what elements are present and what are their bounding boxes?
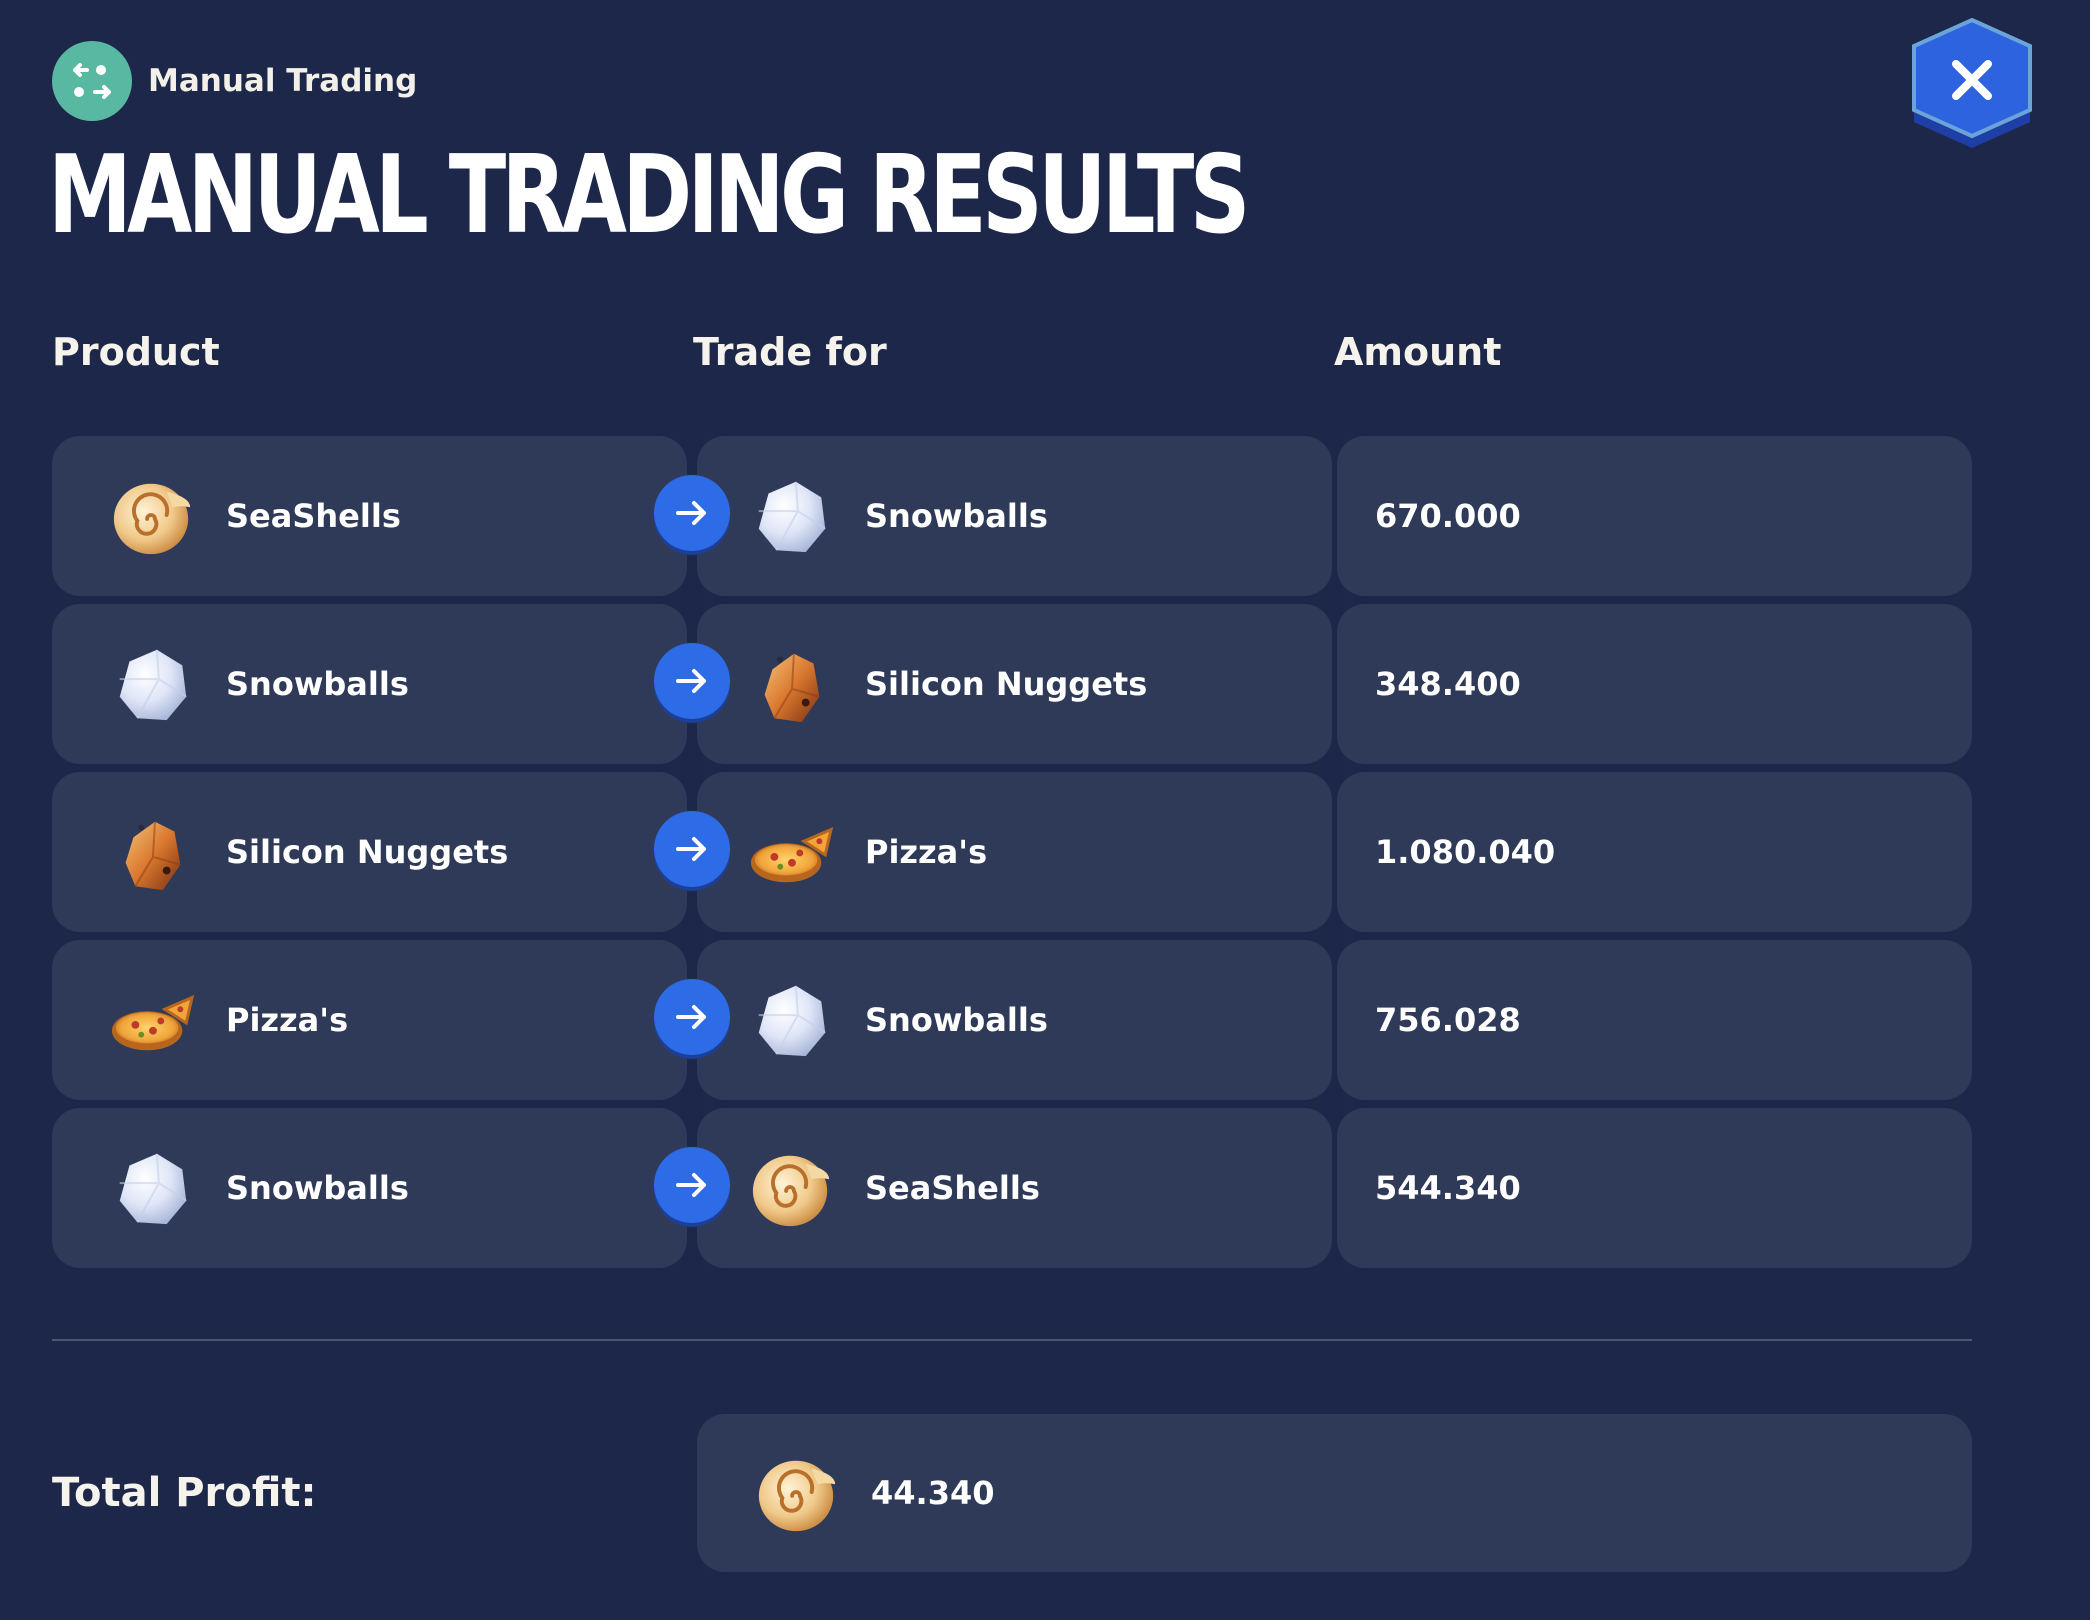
trade-for-label: Snowballs (865, 1001, 1048, 1039)
amount-cell: 756.028 (1337, 940, 1972, 1100)
swap-arrows-icon (52, 41, 132, 121)
product-label: Silicon Nuggets (226, 833, 509, 871)
trade-for-label: Silicon Nuggets (865, 665, 1148, 703)
trade-for-cell: Pizza's (697, 772, 1332, 932)
header-badge: Manual Trading (52, 41, 417, 121)
trade-for-cell: Silicon Nuggets (697, 604, 1332, 764)
divider (52, 1339, 1972, 1341)
amount-cell: 544.340 (1337, 1108, 1972, 1268)
amount-cell: 1.080.040 (1337, 772, 1972, 932)
trade-row: Snowballs SeaShells 544.340 (52, 1108, 1972, 1268)
trade-row: Pizza's Snowballs 756.028 (52, 940, 1972, 1100)
close-button[interactable] (1902, 17, 2042, 168)
page-title: MANUAL TRADING RESULTS (48, 133, 1250, 258)
column-header-amount: Amount (1334, 330, 1502, 374)
trade-for-cell: Snowballs (697, 436, 1332, 596)
amount-value: 670.000 (1375, 497, 1521, 535)
trade-for-label: Snowballs (865, 497, 1048, 535)
total-profit-label: Total Profit: (52, 1470, 317, 1516)
header-badge-label: Manual Trading (148, 63, 418, 99)
trade-row: Silicon Nuggets Pizza's 1.080.040 (52, 772, 1972, 932)
seashell-icon (753, 1449, 841, 1537)
product-label: Snowballs (226, 665, 409, 703)
close-icon (1912, 17, 2032, 148)
product-label: SeaShells (226, 497, 401, 535)
product-cell: SeaShells (52, 436, 687, 596)
seashell-icon (108, 472, 196, 560)
product-cell: Silicon Nuggets (52, 772, 687, 932)
amount-cell: 348.400 (1337, 604, 1972, 764)
product-label: Pizza's (226, 1001, 349, 1039)
arrow-right-icon (654, 643, 730, 719)
trade-row: SeaShells Snowballs 670.000 (52, 436, 1972, 596)
column-header-trade-for: Trade for (693, 330, 887, 374)
product-label: Snowballs (226, 1169, 409, 1207)
arrow-right-icon (654, 811, 730, 887)
product-cell: Pizza's (52, 940, 687, 1100)
trade-for-label: Pizza's (865, 833, 988, 871)
snowball-icon (108, 1144, 196, 1232)
snowball-icon (108, 640, 196, 728)
snowball-icon (747, 976, 835, 1064)
amount-value: 348.400 (1375, 665, 1521, 703)
silicon-nugget-icon (108, 808, 196, 896)
column-header-product: Product (52, 330, 220, 374)
pizza-icon (108, 976, 196, 1064)
arrow-right-icon (654, 979, 730, 1055)
product-cell: Snowballs (52, 604, 687, 764)
total-profit-value: 44.340 (871, 1474, 995, 1512)
amount-cell: 670.000 (1337, 436, 1972, 596)
trade-for-label: SeaShells (865, 1169, 1040, 1207)
amount-value: 544.340 (1375, 1169, 1521, 1207)
pizza-icon (747, 808, 835, 896)
snowball-icon (747, 472, 835, 560)
amount-value: 1.080.040 (1375, 833, 1556, 871)
silicon-nugget-icon (747, 640, 835, 728)
trade-for-cell: SeaShells (697, 1108, 1332, 1268)
seashell-icon (747, 1144, 835, 1232)
trade-rows: SeaShells Snowballs 670.000 Snowballs Si… (52, 436, 1972, 1276)
product-cell: Snowballs (52, 1108, 687, 1268)
arrow-right-icon (654, 1147, 730, 1223)
arrow-right-icon (654, 475, 730, 551)
amount-value: 756.028 (1375, 1001, 1521, 1039)
trade-for-cell: Snowballs (697, 940, 1332, 1100)
trade-row: Snowballs Silicon Nuggets 348.400 (52, 604, 1972, 764)
total-profit-cell: 44.340 (697, 1414, 1972, 1572)
